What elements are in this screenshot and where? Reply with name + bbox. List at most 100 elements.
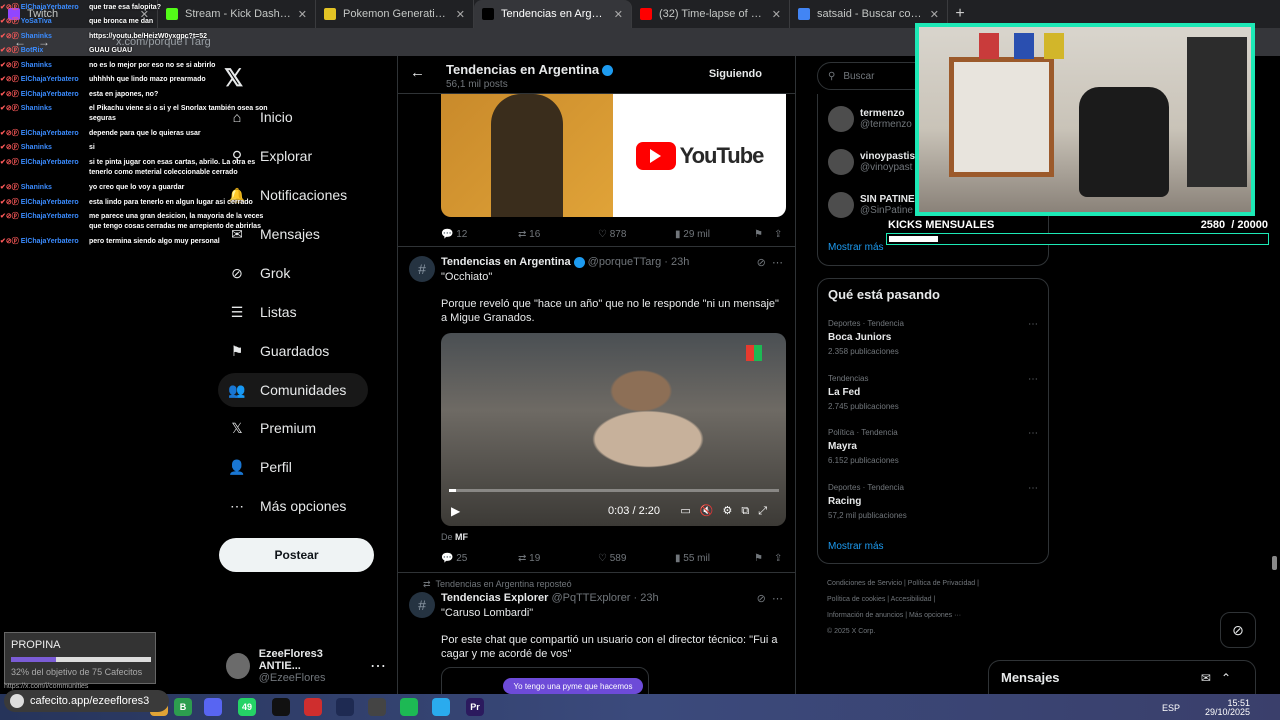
compose-and-expand-icons[interactable]: ✉⌃ [1201, 671, 1241, 685]
account-switcher[interactable]: EzeeFlores3 ANTIE... @EzeeFlores ⋯ [226, 646, 386, 686]
show-more-link[interactable]: Mostrar más [828, 242, 884, 253]
bookmark-icon[interactable]: ⚑ [754, 553, 763, 564]
views-button[interactable]: ▮ 29 mil [675, 229, 710, 240]
trend-item[interactable]: Tendencias La Fed 2.745 publicaciones ⋯ [828, 374, 1038, 411]
poster [1014, 33, 1034, 59]
app-icon[interactable] [336, 698, 354, 716]
sidebar-item-listas[interactable]: ☰ Listas [218, 295, 368, 329]
views-button[interactable]: ▮ 55 mil [675, 553, 710, 564]
language-indicator[interactable]: ESP [1162, 703, 1180, 713]
avatar[interactable]: # [409, 256, 435, 282]
close-icon[interactable]: ✕ [298, 8, 307, 21]
system-tray: ESP 15:51 29/10/2025 [1162, 699, 1250, 717]
sidebar-item-label: Comunidades [260, 382, 347, 398]
share-icon[interactable]: ⇪ [774, 553, 782, 564]
more-dots-icon[interactable]: ⋯ [772, 257, 783, 269]
telegram-icon[interactable] [432, 698, 450, 716]
sidebar-item-mas-opciones[interactable]: ⋯ Más opciones [218, 489, 368, 523]
browser-tab[interactable]: Tendencias en Argentina (@po ✕ [474, 0, 632, 28]
sidebar-item-grok[interactable]: ⊘ Grok [218, 256, 368, 290]
trend-name: Mayra [828, 441, 857, 452]
chat-badges: ✔⊘ⓟ [0, 184, 19, 191]
tab-title: satsaid - Buscar con Google [817, 8, 924, 20]
whatsapp-icon[interactable]: 49 [238, 698, 256, 716]
grok-icon[interactable]: ⊘ [757, 257, 766, 269]
close-icon[interactable]: ✕ [456, 8, 465, 21]
play-icon[interactable]: ▶ [451, 504, 460, 518]
like-button[interactable]: ♡ 589 [598, 553, 626, 564]
trend-category: Tendencias [828, 374, 869, 383]
following-button[interactable]: Siguiendo [709, 68, 762, 80]
trend-item[interactable]: Política · Tendencia Mayra 6.152 publicaci… [828, 428, 1038, 465]
tweet-text: "Occhiato" [441, 271, 493, 283]
chat-badges: ✔⊘ⓟ [0, 105, 19, 112]
tab-favicon-icon [798, 8, 810, 20]
subgoal-label: KICKS MENSUALES 2580 / 20000 [888, 219, 1268, 231]
sidebar-item-comunidades[interactable]: 👥 Comunidades [218, 373, 368, 407]
more-dots-icon[interactable]: ⋯ [1028, 428, 1038, 439]
chat-badges: ✔⊘ⓟ [0, 238, 19, 245]
more-dots-icon[interactable]: ⋯ [772, 593, 783, 605]
repost-button[interactable]: ⇄ 19 [518, 553, 540, 564]
scrollbar[interactable] [1272, 556, 1277, 570]
grok-button[interactable]: ⊘ [1220, 612, 1256, 648]
like-button[interactable]: ♡ 878 [598, 229, 626, 240]
chat-username: ElChajaYerbatero [20, 199, 79, 206]
app-icon[interactable] [368, 698, 386, 716]
post-media-image[interactable]: YouTube [441, 94, 786, 217]
trend-item[interactable]: Deportes · Tendencia Boca Juniors 2.358 pu… [828, 319, 1038, 356]
reply-button[interactable]: 💬 25 [441, 553, 467, 564]
sidebar-item-perfil[interactable]: 👤 Perfil [218, 450, 368, 484]
clock[interactable]: 15:51 29/10/2025 [1205, 699, 1250, 717]
spotify-icon[interactable] [400, 698, 418, 716]
messages-dock[interactable]: Mensajes ✉⌃ [988, 660, 1256, 694]
share-icon[interactable]: ⇪ [774, 229, 782, 240]
more-dots-icon[interactable]: ⋯ [1028, 483, 1038, 494]
premiere-icon[interactable]: Pr [466, 698, 484, 716]
b-app-icon[interactable]: B [174, 698, 192, 716]
grok-icon[interactable]: ⊘ [757, 593, 766, 605]
bookmark-icon[interactable]: ⚑ [754, 229, 763, 240]
footer-line[interactable]: © 2025 X Corp. [827, 624, 1027, 640]
footer-line[interactable]: Política de cookies | Accesibilidad | [827, 592, 1027, 608]
obs-icon[interactable] [272, 698, 290, 716]
new-tab-button[interactable]: + [948, 5, 972, 23]
show-more-link[interactable]: Mostrar más [828, 541, 884, 552]
trend-item[interactable]: Deportes · Tendencia Racing 57,2 mil publi… [828, 483, 1038, 520]
chat-message: ✔⊘ⓟ BotRix GUAU GUAU [0, 46, 270, 56]
chat-message: ✔⊘ⓟ ElChajaYerbatero que trae esa falopita… [0, 3, 270, 13]
post-button[interactable]: Postear [219, 538, 374, 572]
close-icon[interactable]: ✕ [614, 8, 623, 21]
footer-line[interactable]: Información de anuncios | Más opciones ·… [827, 608, 1027, 624]
app-icon[interactable] [304, 698, 322, 716]
follow-suggestion[interactable]: termenzo @termenzo [828, 106, 912, 132]
profile-name: EzeeFlores3 ANTIE... [258, 648, 323, 672]
video-player[interactable]: ▶ 0:03 / 2:20 ▭🔇⚙⧉⤢ [441, 333, 786, 526]
chat-username: Shaninks [20, 144, 52, 151]
sidebar-item-guardados[interactable]: ⚑ Guardados [218, 334, 368, 368]
sidebar-item-label: Guardados [260, 343, 330, 359]
video-control-icons[interactable]: ▭🔇⚙⧉⤢ [680, 504, 776, 518]
follow-suggestion[interactable]: vinoypastis @vinoypast [828, 149, 915, 175]
footer-line[interactable]: Condiciones de Servicio | Política de Pr… [827, 576, 1027, 592]
sidebar-item-label: Premium [260, 420, 317, 436]
discord-icon[interactable] [204, 698, 222, 716]
browser-tab[interactable]: (32) Time-lapse of Madison Sq ✕ [632, 0, 790, 28]
more-dots-icon[interactable]: ⋯ [1028, 374, 1038, 385]
chat-username: Shaninks [20, 105, 52, 112]
close-icon[interactable]: ✕ [772, 8, 781, 21]
people-icon: 👥 [228, 381, 246, 398]
video-progress-bar[interactable] [449, 489, 779, 492]
more-dots-icon[interactable]: ⋯ [1028, 319, 1038, 330]
chat-message: ✔⊘ⓟ YoSaTiva que bronca me dan [0, 17, 270, 27]
close-icon[interactable]: ✕ [930, 8, 939, 21]
sidebar-item-premium[interactable]: 𝕏 Premium [218, 411, 368, 445]
browser-tab[interactable]: Pokemon Generations Starter D ✕ [316, 0, 474, 28]
avatar[interactable]: # [409, 592, 435, 618]
repost-button[interactable]: ⇄ 16 [518, 229, 540, 240]
follow-suggestion[interactable]: SIN PATINES @SinPatine [828, 192, 921, 218]
reply-button[interactable]: 💬 12 [441, 229, 467, 240]
chat-text: yo creo que lo voy a guardar [89, 184, 185, 191]
more-dots-icon[interactable]: ⋯ [370, 656, 386, 676]
back-arrow-icon[interactable]: ← [410, 64, 425, 81]
